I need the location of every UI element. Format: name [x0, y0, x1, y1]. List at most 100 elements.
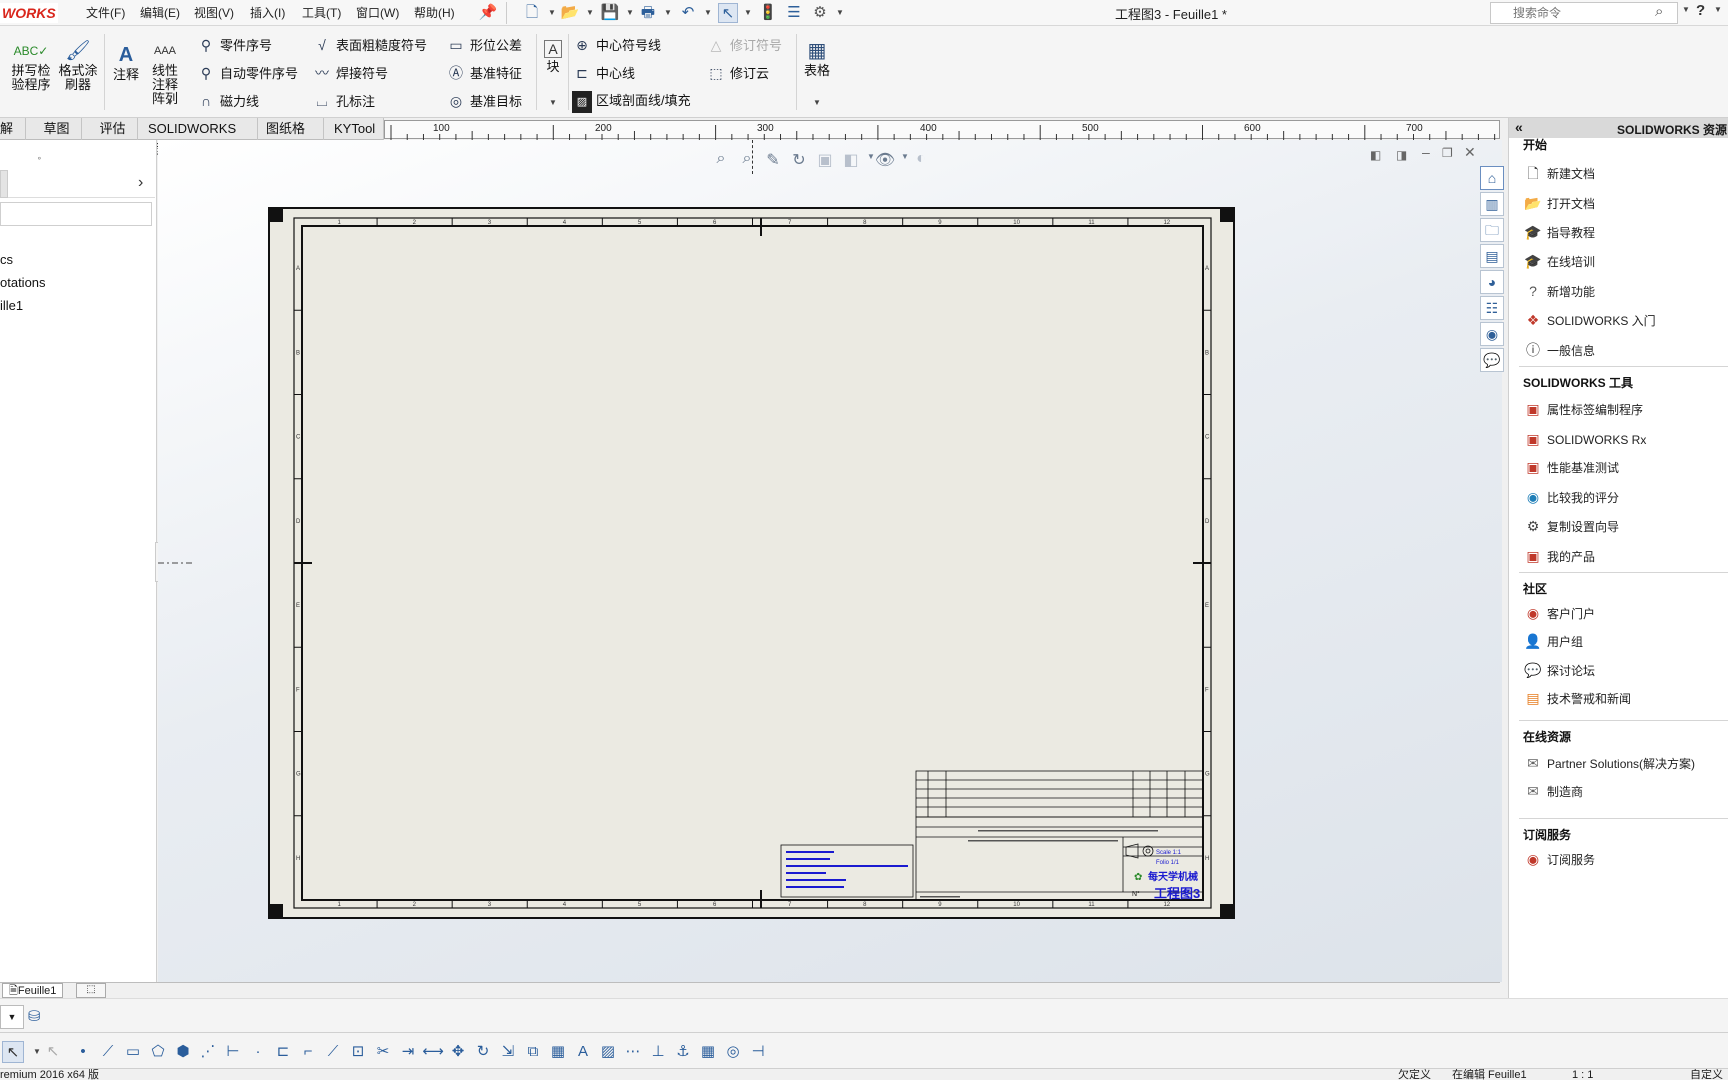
task-pane-link[interactable]: ▣ SOLIDWORKS Rx [1523, 428, 1646, 450]
tree-item-annotations[interactable]: otations [0, 275, 46, 290]
hole-callout-button[interactable]: ⌴ 孔标注 [312, 90, 375, 112]
zoom-to-area-icon[interactable]: ⌕ [736, 150, 758, 168]
fix-icon[interactable]: ⚓ [672, 1041, 694, 1063]
solidworks-forum-icon[interactable]: ◉ [1480, 322, 1504, 346]
drawing-sheet[interactable] [268, 207, 1235, 919]
view-orientation-icon[interactable]: ◧ [840, 150, 862, 170]
new-document-icon[interactable]: 🗋 [522, 3, 542, 23]
add-sheet-icon[interactable]: ⬚ [76, 983, 106, 998]
rectangle-icon[interactable]: ▭ [122, 1041, 144, 1063]
restore-icon[interactable]: ❐ [1442, 146, 1453, 160]
construction-icon[interactable]: ⋯ [622, 1041, 644, 1063]
pattern-icon[interactable]: ▦ [547, 1041, 569, 1063]
search-icon[interactable]: ⌕ [1655, 3, 1663, 20]
datum-feature-button[interactable]: Ⓐ 基准特征 [446, 62, 522, 84]
rotate-icon[interactable]: ↻ [472, 1041, 494, 1063]
task-pane-link[interactable]: ◉ 订阅服务 [1523, 848, 1595, 870]
task-pane-link[interactable]: ▣ 性能基准测试 [1523, 456, 1619, 478]
tab-evaluate[interactable]: 评估 [88, 118, 138, 140]
zoom-to-fit-icon[interactable]: ⌕ [710, 150, 732, 168]
note-button[interactable]: A 注释 [110, 44, 142, 82]
menu-window[interactable]: 窗口(W) [356, 4, 399, 22]
close-icon[interactable]: ✕ [1464, 144, 1476, 161]
traffic-light-icon[interactable]: 🚦 [758, 3, 778, 23]
chevron-down-icon[interactable]: ▼ [549, 98, 557, 107]
point-dim-icon[interactable]: · [247, 1041, 269, 1063]
point-icon[interactable]: • [72, 1041, 94, 1063]
chevron-down-icon[interactable]: ▼ [704, 4, 712, 22]
spell-check-button[interactable]: ABC✓ 拼写检验程序 [8, 40, 54, 92]
line-icon[interactable]: ⟋ [97, 1041, 119, 1063]
mirror-icon[interactable]: ⟷ [422, 1041, 444, 1063]
panel-grip-icon[interactable]: ⚬ [36, 154, 43, 163]
custom-properties-icon[interactable]: ☷ [1480, 296, 1504, 320]
chevron-down-icon[interactable]: ▼ [626, 4, 634, 22]
section-view-icon[interactable]: ▣ [814, 150, 836, 170]
chevron-down-icon[interactable]: ▼ [836, 4, 844, 22]
tree-item-annotations-partial[interactable]: cs [0, 252, 13, 267]
grid-icon[interactable]: ▦ [697, 1041, 719, 1063]
menu-tools[interactable]: 工具(T) [302, 4, 341, 22]
tab-annotation[interactable]: 解 [0, 118, 26, 140]
task-pane-link[interactable]: 👤 用户组 [1523, 630, 1583, 652]
tab-sketch[interactable]: 草图 [32, 118, 82, 140]
layer-icon[interactable]: ⛁ [28, 1007, 41, 1025]
relations-icon[interactable]: ⊥ [647, 1041, 669, 1063]
task-pane-link[interactable]: ▣ 属性标签编制程序 [1523, 398, 1643, 420]
solidworks-logo[interactable]: WORKS [0, 3, 58, 23]
filter-field[interactable] [0, 202, 152, 226]
block-button[interactable]: A 块 [542, 40, 564, 74]
smart-dimension-icon[interactable]: ⊏ [272, 1041, 294, 1063]
task-pane-link[interactable]: ◉ 比较我的评分 [1523, 486, 1619, 508]
view-palette-icon[interactable]: ▤ [1480, 244, 1504, 268]
chevron-down-icon[interactable]: ▼ [1682, 5, 1690, 14]
previous-window-icon[interactable]: ◧ [1370, 148, 1381, 162]
smart-select-icon[interactable]: ↖ [42, 1041, 64, 1063]
menu-insert[interactable]: 插入(I) [250, 4, 285, 22]
undo-icon[interactable]: ↶ [678, 3, 698, 23]
task-pane-link[interactable]: ? 新增功能 [1523, 280, 1595, 302]
revision-cloud-button[interactable]: ⬚ 修订云 [706, 62, 769, 84]
linear-note-pattern-button[interactable]: AAA 线性注释阵列 [146, 40, 184, 106]
redraw-icon[interactable]: ↻ [788, 150, 810, 170]
dimension-icon[interactable]: ⊢ [222, 1041, 244, 1063]
area-hatch-button[interactable]: ▨ 区域剖面线/填充 [572, 90, 691, 113]
chevron-down-icon[interactable]: ▼ [664, 4, 672, 22]
chevron-down-icon[interactable]: ▼ [1714, 5, 1722, 14]
chamfer-icon[interactable]: ⟋ [322, 1041, 344, 1063]
snap-icon[interactable]: ◎ [722, 1041, 744, 1063]
task-pane-link[interactable]: 🗋 新建文档 [1523, 162, 1595, 184]
table-button[interactable]: ▦ 表格 [802, 40, 832, 78]
move-icon[interactable]: ✥ [447, 1041, 469, 1063]
sheet-tab-feuille1[interactable]: 🗎Feuille1 [2, 983, 64, 998]
gear-icon[interactable]: ⚙ [810, 3, 830, 23]
print-icon[interactable]: 🖶 [638, 3, 658, 23]
task-pane-link[interactable]: 💬 探讨论坛 [1523, 659, 1595, 681]
appearances-icon[interactable]: ◕ [1480, 270, 1504, 294]
task-pane-link[interactable]: 📂 打开文档 [1523, 192, 1595, 214]
task-pane-link[interactable]: 🎓 在线培训 [1523, 250, 1595, 272]
hide-show-items-icon[interactable]: 👁 [874, 150, 896, 170]
minimize-icon[interactable]: – [1422, 144, 1430, 160]
graphics-area[interactable]: 1 1 2 2 3 3 4 4 5 5 6 6 7 7 8 8 9 9 10 10 11 11 12 12 A A B B C C D D E E… [158, 140, 1502, 982]
task-pane-link[interactable]: ❖ SOLIDWORKS 入门 [1523, 309, 1656, 331]
tab-sheet-format[interactable]: 图纸格式 [258, 118, 324, 157]
task-pane-link[interactable]: ⓘ 一般信息 [1523, 339, 1595, 361]
tab-solidworks-addins[interactable]: SOLIDWORKS 插件 [140, 118, 258, 157]
surface-finish-button[interactable]: √ 表面粗糙度符号 [312, 34, 427, 56]
chevron-down-icon[interactable]: ▼ [166, 98, 174, 107]
copy-icon[interactable]: ⧉ [522, 1041, 544, 1063]
help-icon[interactable]: ? [1696, 2, 1705, 19]
cube-icon[interactable]: ⬢ [172, 1041, 194, 1063]
datum-target-button[interactable]: ◎ 基准目标 [446, 90, 522, 112]
chevron-down-icon[interactable]: ▼ [744, 4, 752, 22]
task-pane-link[interactable]: ✉ 制造商 [1523, 780, 1583, 802]
design-library-icon[interactable]: ▥ [1480, 192, 1504, 216]
task-pane-link[interactable]: ⚙ 复制设置向导 [1523, 515, 1619, 537]
select-arrow-icon[interactable]: ↖ [718, 3, 738, 23]
auto-balloon-button[interactable]: ⚲ 自动零件序号 [196, 62, 298, 84]
gtol-button[interactable]: ▭ 形位公差 [446, 34, 522, 56]
chevron-right-icon[interactable]: › [138, 174, 143, 192]
centerline-icon[interactable]: ⋰ [197, 1041, 219, 1063]
balloon-button[interactable]: ⚲ 零件序号 [196, 34, 272, 56]
